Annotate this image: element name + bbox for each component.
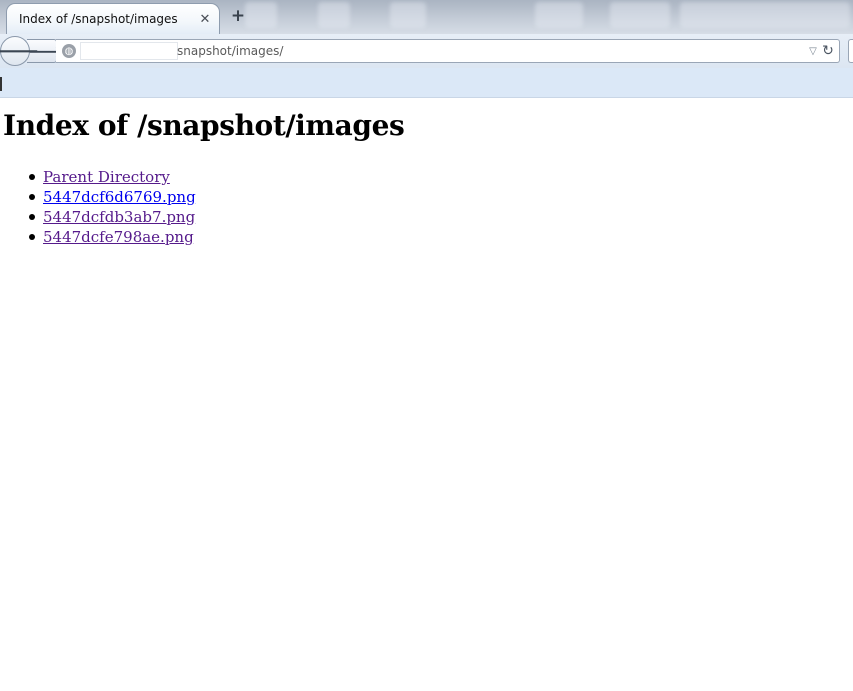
bullet-icon — [29, 194, 35, 200]
list-item: 5447dcf6d6769.png — [29, 187, 196, 207]
blurred-taskbar-item — [535, 2, 583, 28]
file-link[interactable]: 5447dcfdb3ab7.png — [43, 208, 195, 226]
blurred-taskbar-item — [610, 2, 670, 28]
blurred-taskbar-item — [318, 2, 350, 28]
search-bar-edge[interactable] — [848, 39, 853, 63]
file-link[interactable]: 5447dcf6d6769.png — [43, 188, 196, 206]
back-button[interactable]: 🡐 — [0, 36, 39, 66]
blurred-taskbar-item — [390, 2, 426, 28]
list-item: 5447dcfdb3ab7.png — [29, 207, 196, 227]
page-heading: Index of /snapshot/images — [3, 109, 405, 142]
reload-icon[interactable]: ↻ — [820, 42, 836, 60]
list-item: Parent Directory — [29, 167, 196, 187]
toolbar-grip — [0, 77, 2, 91]
bullet-icon — [29, 174, 35, 180]
blurred-taskbar-item — [680, 2, 850, 28]
url-path-text: snapshot/images/ — [177, 44, 284, 58]
tab-strip: Index of /snapshot/images ✕ + — [0, 0, 853, 34]
close-tab-icon[interactable]: ✕ — [196, 10, 214, 28]
file-link[interactable]: 5447dcfe798ae.png — [43, 228, 194, 246]
parent-directory-link[interactable]: Parent Directory — [43, 168, 170, 186]
navigation-toolbar: 🡒 🡐 ◍ snapshot/images/ ▽ ↻ — [0, 34, 853, 68]
new-tab-icon[interactable]: + — [228, 6, 248, 26]
bookmarks-bar — [0, 68, 853, 98]
page-content: Index of /snapshot/images Parent Directo… — [0, 98, 853, 691]
tab-active[interactable]: Index of /snapshot/images ✕ — [6, 3, 220, 34]
bullet-icon — [29, 214, 35, 220]
history-dropdown-icon[interactable]: ▽ — [806, 43, 820, 59]
redacted-host — [80, 42, 178, 60]
list-item: 5447dcfe798ae.png — [29, 227, 196, 247]
arrow-left-icon: 🡐 — [0, 40, 40, 62]
blurred-taskbar-item — [245, 2, 277, 28]
globe-icon[interactable]: ◍ — [62, 44, 76, 58]
bullet-icon — [29, 234, 35, 240]
directory-listing: Parent Directory 5447dcf6d6769.png 5447d… — [29, 167, 196, 247]
address-bar[interactable]: ◍ snapshot/images/ ▽ ↻ — [56, 39, 840, 63]
tab-title: Index of /snapshot/images — [19, 12, 178, 26]
